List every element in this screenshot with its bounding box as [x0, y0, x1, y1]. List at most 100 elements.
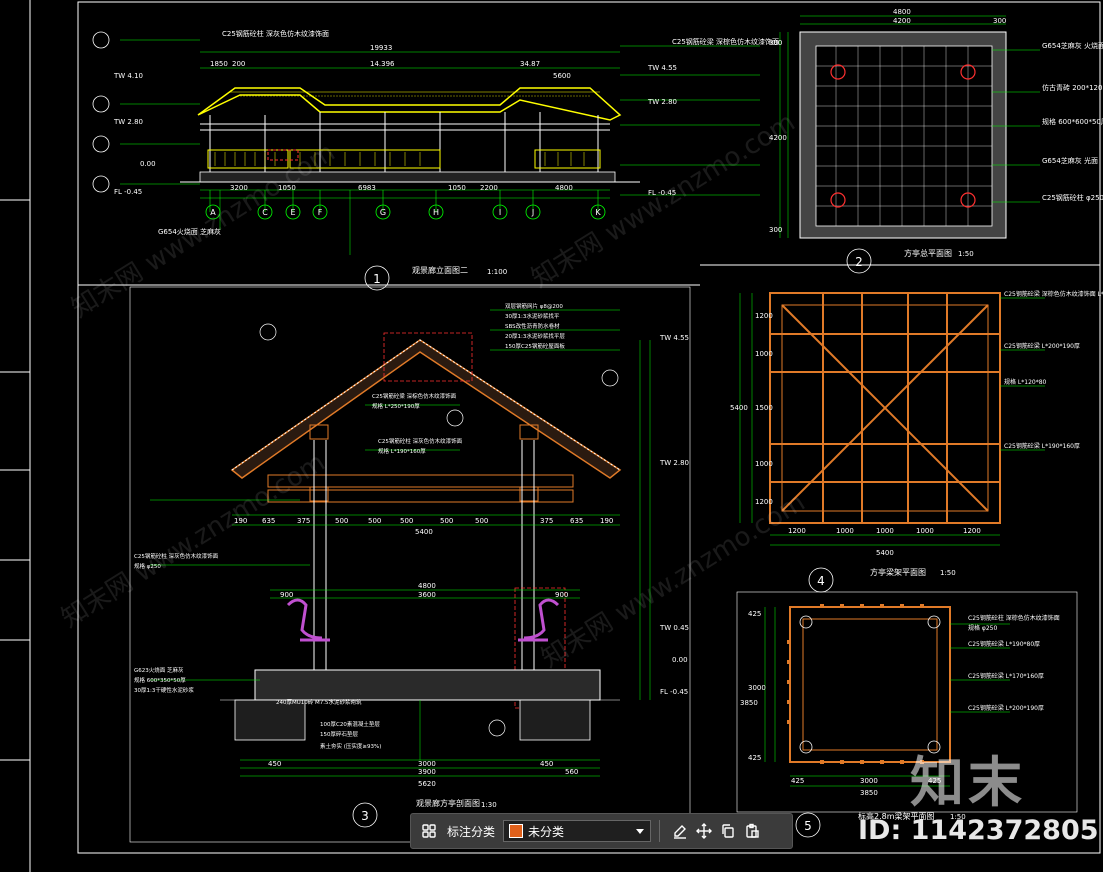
elev-note-top: C25钢筋砼柱 深灰色仿木纹漆饰面: [222, 29, 329, 38]
beam-detail-plan: [736, 591, 1078, 813]
sec-bot-1: 450: [268, 760, 281, 768]
sec-dim-4: 500: [335, 517, 348, 525]
elev-dim-top-4: 19933: [370, 44, 392, 52]
plan-dim-1: 4800: [893, 8, 911, 16]
edit-icon[interactable]: [668, 819, 692, 843]
sec-bot-2: 3000: [418, 760, 436, 768]
elev-level-6: TW 2.80: [647, 98, 677, 106]
sec-bot-3: 450: [540, 760, 553, 768]
roof-dim-l2: 1000: [755, 350, 773, 358]
axis-label-e: E: [290, 208, 295, 217]
roof-dim-b6: 5400: [876, 549, 894, 557]
sec-note-r6: C25钢筋砼梁 深棕色仿木纹漆饰面: [372, 392, 457, 400]
category-color-swatch: [509, 824, 524, 838]
axis-label-h: H: [433, 208, 439, 217]
roof-scale: 1:50: [940, 569, 956, 577]
detail-dim-l4: 3850: [740, 699, 758, 707]
sec-note-r4: 20厚1:3水泥砂浆找平层: [505, 332, 565, 340]
elev-dim-top-1: 1850: [210, 60, 228, 68]
detail-dim-b4: 3850: [860, 789, 878, 797]
roof-dim-b1: 1200: [788, 527, 806, 535]
sec-dim-3: 375: [297, 517, 310, 525]
elev-level-1: TW 4.10: [113, 72, 143, 80]
sec-note-l2: 规格 600*350*50厚: [134, 676, 186, 684]
elevation-title: 观景廊立面图二: [412, 265, 468, 275]
sec-note-b1: 240厚MU10砖 M7.5水泥砂浆砌筑: [276, 698, 362, 706]
plan-dim-4: 300: [769, 39, 782, 47]
detail-note-5: C25钢筋砼梁 L*200*190厚: [968, 704, 1044, 712]
elev-dim-top-3: 14.396: [370, 60, 395, 68]
sec-level-3: TW 0.45: [659, 624, 689, 632]
elev-level-4: FL -0.45: [114, 188, 142, 196]
callout-4: 4: [817, 574, 825, 588]
sec-dim-9: 375: [540, 517, 553, 525]
sec-note-b4: 素土夯实 (压实度≥93%): [320, 742, 381, 750]
callout-1: 1: [373, 272, 381, 286]
callout-2: 2: [855, 255, 863, 269]
callout-3: 3: [361, 809, 369, 823]
chevron-down-icon: [635, 826, 645, 836]
grid-icon[interactable]: [417, 819, 441, 843]
roof-title: 方亭梁架平面图: [870, 567, 926, 577]
elev-dim-top-6: 5600: [553, 72, 571, 80]
sec-note-r5: 150厚C25钢筋砼屋面板: [505, 342, 565, 350]
callout-5: 5: [804, 819, 812, 833]
sec-level-2: TW 2.80: [659, 459, 689, 467]
elev-dim-top-2: 200: [232, 60, 245, 68]
sec-note-l3: 30厚1:3干硬性水泥砂浆: [134, 686, 194, 694]
plan-note-5: C25钢筋砼柱 φ250: [1042, 193, 1103, 202]
sec-dim-12: 5400: [415, 528, 433, 536]
sec-note-b2: 100厚C20素混凝土垫层: [320, 720, 380, 728]
roof-dim-l4: 1000: [755, 460, 773, 468]
paste-icon[interactable]: [740, 819, 764, 843]
sec-level-4: 0.00: [672, 656, 688, 664]
roof-dim-b4: 1000: [916, 527, 934, 535]
elev-level-2: TW 2.80: [113, 118, 143, 126]
sec-level-5: FL -0.45: [660, 688, 688, 696]
copy-icon[interactable]: [716, 819, 740, 843]
plan-scale: 1:50: [958, 250, 974, 258]
detail-dim-l2: 3000: [748, 684, 766, 692]
toolbar-divider: [659, 820, 661, 842]
sec-bot-6: 560: [565, 768, 578, 776]
roof-note-4: C25钢筋砼梁 L*190*160厚: [1004, 442, 1080, 450]
roof-note-2: C25钢筋砼梁 L*200*190厚: [1004, 342, 1080, 350]
sec-dim-11: 190: [600, 517, 613, 525]
sec-note-r3: SBS改性沥青防水卷材: [505, 322, 560, 330]
watermark-id: ID: 1142372805: [858, 815, 1099, 846]
sec-note-r2: 30厚1:3水泥砂浆找平: [505, 312, 560, 320]
plan-title: 方亭总平面图: [904, 248, 952, 258]
detail-dim-l1: 425: [748, 610, 761, 618]
roof-note-3: 规格 L*120*80: [1004, 378, 1047, 386]
detail-dim-l3: 425: [748, 754, 761, 762]
sec-bot-4: 3900: [418, 768, 436, 776]
plan-note-2: 仿古青砖 200*120: [1042, 83, 1102, 92]
plan-note-1: G654芝麻灰 火烧面: [1042, 41, 1103, 50]
sec-mid-4: 900: [555, 591, 568, 599]
annotation-toolbar: 标注分类 未分类: [410, 813, 793, 849]
elev-note-right: C25钢筋砼梁 深棕色仿木纹漆饰面: [672, 37, 779, 46]
elev-dim-bottom-3: 6983: [358, 184, 376, 192]
pavilion-section: [129, 286, 691, 843]
move-icon[interactable]: [692, 819, 716, 843]
detail-note-4: C25钢筋砼梁 L*170*160厚: [968, 672, 1044, 680]
sec-note-b3: 150厚碎石垫层: [320, 730, 358, 738]
roof-dim-l1: 1200: [755, 312, 773, 320]
section-scale: 1:30: [481, 801, 497, 809]
category-select[interactable]: 未分类: [503, 820, 652, 842]
sec-dim-8: 500: [475, 517, 488, 525]
elev-level-5: TW 4.55: [647, 64, 677, 72]
sec-bot-5: 5620: [418, 780, 436, 788]
section-title: 观景廊方亭剖面图: [416, 798, 480, 808]
detail-dim-b1: 425: [791, 777, 804, 785]
roof-dim-b2: 1000: [836, 527, 854, 535]
sec-dim-6: 500: [400, 517, 413, 525]
elev-dim-top-5: 34.87: [520, 60, 540, 68]
sec-note-r1: 双层钢筋网片 φ8@200: [505, 302, 563, 310]
sec-dim-7: 500: [440, 517, 453, 525]
sec-note-l1: G623火烧面 芝麻灰: [134, 666, 184, 674]
axis-label-j: J: [531, 208, 534, 217]
axis-label-i: I: [499, 208, 501, 217]
sec-note-r8: C25钢筋砼柱 深灰色仿木纹漆饰面: [378, 437, 463, 445]
roof-dim-l3: 1500: [755, 404, 773, 412]
